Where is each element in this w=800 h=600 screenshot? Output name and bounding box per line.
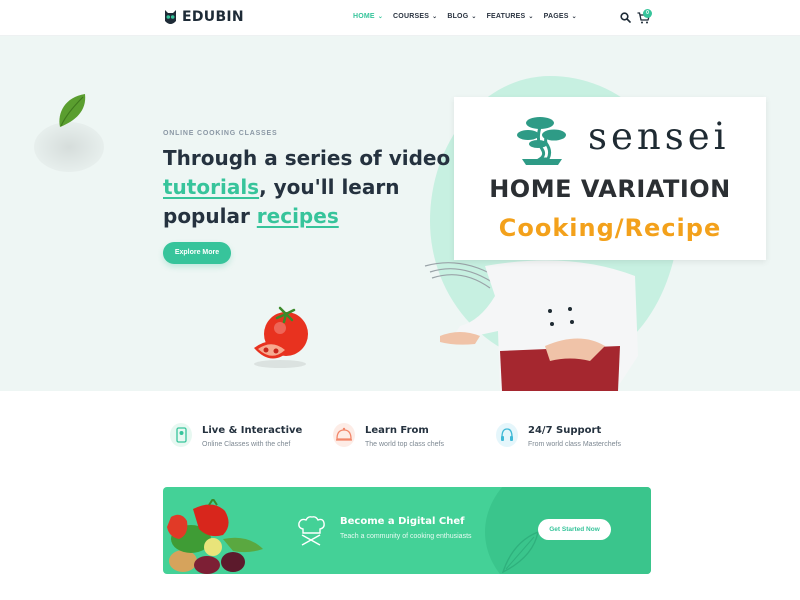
nav-item-pages[interactable]: PAGES ⌄ xyxy=(544,13,577,20)
chevron-down-icon: ⌄ xyxy=(471,13,477,20)
features-row: Live & Interactive Online Classes with t… xyxy=(0,391,800,481)
chevron-down-icon: ⌄ xyxy=(528,13,534,20)
nav-label: PAGES xyxy=(543,13,569,20)
nav-item-home[interactable]: HOME ⌄ xyxy=(353,13,383,20)
banner-subtitle: Teach a community of cooking enthusiasts xyxy=(340,533,472,540)
nav-label: COURSES xyxy=(393,13,430,20)
feature-subtitle: Online Classes with the chef xyxy=(202,441,291,448)
chevron-down-icon: ⌄ xyxy=(377,13,384,20)
feature-text: Live & Interactive Online Classes with t… xyxy=(202,423,302,448)
brand-logo[interactable]: EDUBIN xyxy=(163,8,244,26)
hero-section: ONLINE COOKING CLASSES Through a series … xyxy=(0,36,800,391)
chevron-down-icon: ⌄ xyxy=(432,13,438,20)
feature-subtitle: From world class Masterchefs xyxy=(528,441,621,448)
chevron-down-icon: ⌄ xyxy=(571,13,577,20)
headline-text: Through a series of video xyxy=(163,146,451,170)
explore-more-button[interactable]: Explore More xyxy=(163,242,231,264)
get-started-button[interactable]: Get Started Now xyxy=(538,519,611,540)
feature-subtitle: The world top class chefs xyxy=(365,441,444,448)
feature-item: Learn From The world top class chefs xyxy=(333,423,444,448)
feature-title: 24/7 Support xyxy=(528,425,602,436)
headline-highlight: tutorials xyxy=(163,175,260,199)
sensei-overlay-card: sensei HOME VARIATION Cooking/Recipe xyxy=(454,97,766,260)
owl-logo-icon xyxy=(165,10,176,24)
nav-label: HOME xyxy=(353,13,375,20)
feature-item: 24/7 Support From world class Masterchef… xyxy=(496,423,621,448)
brand-name: EDUBIN xyxy=(182,9,244,25)
cooking-recipe-title: Cooking/Recipe xyxy=(498,214,722,242)
main-nav: HOME ⌄ COURSES ⌄ BLOG ⌄ FEATURES ⌄ PAGES… xyxy=(353,13,577,20)
feature-item: Live & Interactive Online Classes with t… xyxy=(170,423,302,448)
cloche-icon xyxy=(333,423,355,447)
hero-eyebrow: ONLINE COOKING CLASSES xyxy=(163,130,278,137)
home-variation-title: HOME VARIATION xyxy=(489,175,731,203)
feature-text: Learn From The world top class chefs xyxy=(365,423,444,448)
bonsai-tree-icon xyxy=(517,117,566,165)
feature-title: Learn From xyxy=(365,425,429,436)
nav-label: BLOG xyxy=(447,13,469,20)
site-header: EDUBIN HOME ⌄ COURSES ⌄ BLOG ⌄ FEATURES … xyxy=(0,0,800,36)
sensei-wordmark: sensei xyxy=(588,115,730,158)
hero-headline: Through a series of video tutorials, you… xyxy=(163,144,453,231)
nav-label: FEATURES xyxy=(486,13,526,20)
nav-item-blog[interactable]: BLOG ⌄ xyxy=(447,13,476,20)
feature-text: 24/7 Support From world class Masterchef… xyxy=(528,423,621,448)
headline-highlight: recipes xyxy=(256,204,339,228)
video-call-icon xyxy=(170,423,192,447)
basil-leaf-icon xyxy=(59,94,86,127)
banner-title: Become a Digital Chef xyxy=(340,516,465,527)
support-icon xyxy=(496,423,518,447)
chef-hat-icon xyxy=(298,516,325,546)
tomato-icon xyxy=(254,306,308,368)
vegetables-image xyxy=(167,499,263,574)
feature-title: Live & Interactive xyxy=(202,425,303,436)
digital-chef-banner: Become a Digital Chef Teach a community … xyxy=(163,487,651,574)
search-icon[interactable] xyxy=(620,12,631,23)
nav-item-courses[interactable]: COURSES ⌄ xyxy=(393,13,437,20)
nav-item-features[interactable]: FEATURES ⌄ xyxy=(487,13,534,20)
cart-count-badge: 0 xyxy=(643,9,652,18)
